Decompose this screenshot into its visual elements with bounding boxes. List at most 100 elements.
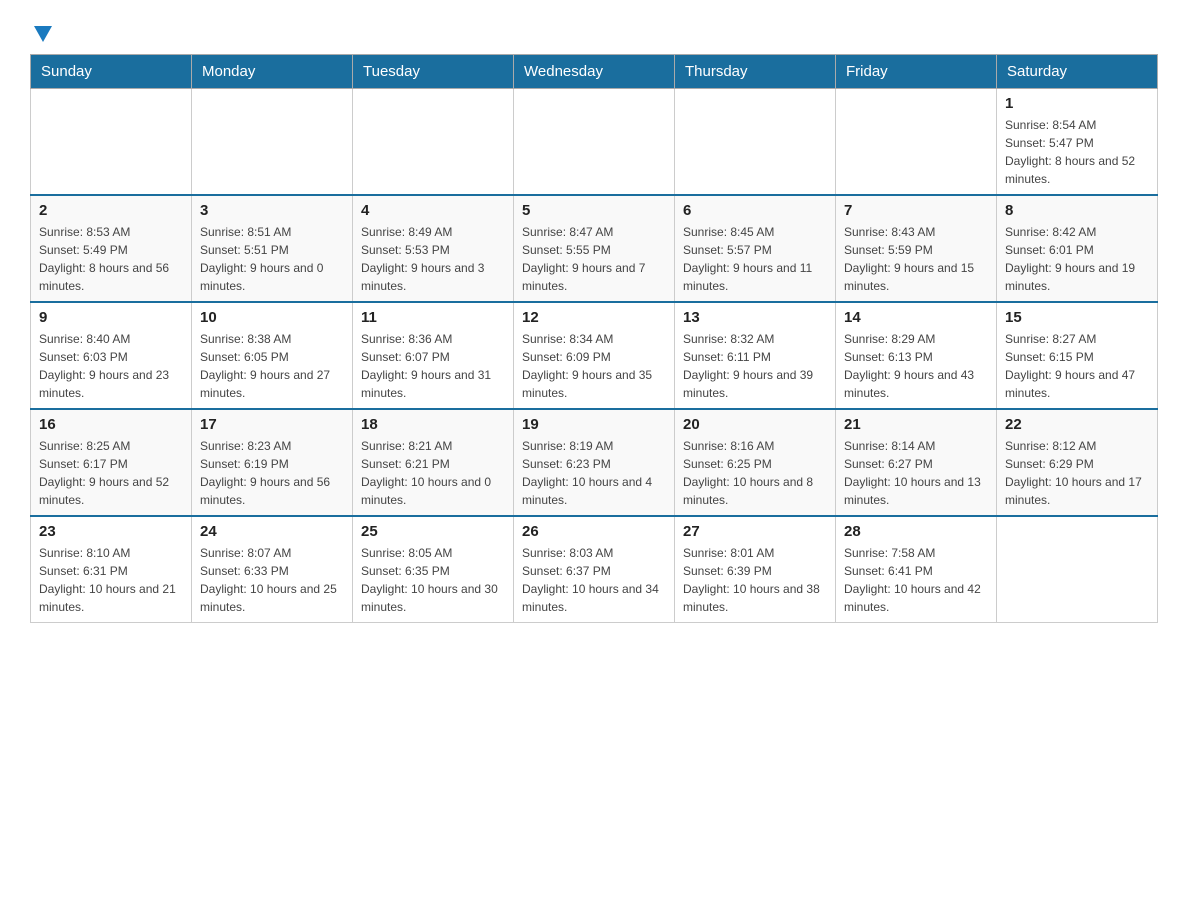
calendar-day-cell: 14 Sunrise: 8:29 AM Sunset: 6:13 PM Dayli…	[836, 302, 997, 409]
day-number: 25	[361, 523, 505, 540]
day-info: Sunrise: 8:51 AM Sunset: 5:51 PM Dayligh…	[200, 223, 344, 295]
calendar-day-cell	[514, 89, 675, 196]
day-info: Sunrise: 8:36 AM Sunset: 6:07 PM Dayligh…	[361, 330, 505, 402]
day-number: 22	[1005, 416, 1149, 433]
logo	[30, 20, 54, 38]
day-info: Sunrise: 8:38 AM Sunset: 6:05 PM Dayligh…	[200, 330, 344, 402]
day-number: 5	[522, 202, 666, 219]
calendar-week-row: 1 Sunrise: 8:54 AM Sunset: 5:47 PM Daylig…	[31, 89, 1158, 196]
calendar-day-cell: 8 Sunrise: 8:42 AM Sunset: 6:01 PM Daylig…	[997, 195, 1158, 302]
calendar-day-cell	[353, 89, 514, 196]
calendar-day-cell	[192, 89, 353, 196]
day-info: Sunrise: 8:43 AM Sunset: 5:59 PM Dayligh…	[844, 223, 988, 295]
day-number: 9	[39, 309, 183, 326]
day-number: 14	[844, 309, 988, 326]
calendar-day-cell	[836, 89, 997, 196]
day-number: 7	[844, 202, 988, 219]
day-info: Sunrise: 8:29 AM Sunset: 6:13 PM Dayligh…	[844, 330, 988, 402]
calendar-day-cell: 19 Sunrise: 8:19 AM Sunset: 6:23 PM Dayli…	[514, 409, 675, 516]
day-info: Sunrise: 8:19 AM Sunset: 6:23 PM Dayligh…	[522, 437, 666, 509]
day-info: Sunrise: 8:21 AM Sunset: 6:21 PM Dayligh…	[361, 437, 505, 509]
day-number: 12	[522, 309, 666, 326]
day-number: 19	[522, 416, 666, 433]
day-info: Sunrise: 8:45 AM Sunset: 5:57 PM Dayligh…	[683, 223, 827, 295]
day-info: Sunrise: 8:07 AM Sunset: 6:33 PM Dayligh…	[200, 544, 344, 616]
day-info: Sunrise: 8:47 AM Sunset: 5:55 PM Dayligh…	[522, 223, 666, 295]
day-number: 20	[683, 416, 827, 433]
day-number: 1	[1005, 95, 1149, 112]
calendar-table: SundayMondayTuesdayWednesdayThursdayFrid…	[30, 54, 1158, 623]
calendar-day-cell	[31, 89, 192, 196]
day-number: 27	[683, 523, 827, 540]
calendar-day-cell	[675, 89, 836, 196]
day-info: Sunrise: 8:42 AM Sunset: 6:01 PM Dayligh…	[1005, 223, 1149, 295]
day-info: Sunrise: 8:34 AM Sunset: 6:09 PM Dayligh…	[522, 330, 666, 402]
calendar-day-header: Saturday	[997, 55, 1158, 89]
logo-triangle-icon	[32, 22, 54, 44]
day-info: Sunrise: 8:16 AM Sunset: 6:25 PM Dayligh…	[683, 437, 827, 509]
day-number: 24	[200, 523, 344, 540]
day-info: Sunrise: 8:23 AM Sunset: 6:19 PM Dayligh…	[200, 437, 344, 509]
day-number: 4	[361, 202, 505, 219]
calendar-day-cell: 5 Sunrise: 8:47 AM Sunset: 5:55 PM Daylig…	[514, 195, 675, 302]
day-number: 23	[39, 523, 183, 540]
calendar-day-cell: 1 Sunrise: 8:54 AM Sunset: 5:47 PM Daylig…	[997, 89, 1158, 196]
day-number: 15	[1005, 309, 1149, 326]
day-info: Sunrise: 8:10 AM Sunset: 6:31 PM Dayligh…	[39, 544, 183, 616]
day-info: Sunrise: 8:49 AM Sunset: 5:53 PM Dayligh…	[361, 223, 505, 295]
day-number: 13	[683, 309, 827, 326]
day-number: 11	[361, 309, 505, 326]
day-number: 26	[522, 523, 666, 540]
day-info: Sunrise: 8:40 AM Sunset: 6:03 PM Dayligh…	[39, 330, 183, 402]
day-info: Sunrise: 8:12 AM Sunset: 6:29 PM Dayligh…	[1005, 437, 1149, 509]
calendar-week-row: 16Sunrise: 8:25 AM Sunset: 6:17 PM Dayli…	[31, 409, 1158, 516]
day-number: 6	[683, 202, 827, 219]
day-info: Sunrise: 8:53 AM Sunset: 5:49 PM Dayligh…	[39, 223, 183, 295]
calendar-day-cell: 3Sunrise: 8:51 AM Sunset: 5:51 PM Daylig…	[192, 195, 353, 302]
day-number: 10	[200, 309, 344, 326]
calendar-day-cell: 13 Sunrise: 8:32 AM Sunset: 6:11 PM Dayli…	[675, 302, 836, 409]
calendar-day-cell: 28Sunrise: 7:58 AM Sunset: 6:41 PM Dayli…	[836, 516, 997, 623]
day-info: Sunrise: 8:01 AM Sunset: 6:39 PM Dayligh…	[683, 544, 827, 616]
calendar-day-header: Thursday	[675, 55, 836, 89]
calendar-week-row: 23 Sunrise: 8:10 AM Sunset: 6:31 PM Dayli…	[31, 516, 1158, 623]
calendar-header: SundayMondayTuesdayWednesdayThursdayFrid…	[31, 55, 1158, 89]
calendar-day-cell: 24 Sunrise: 8:07 AM Sunset: 6:33 PM Dayli…	[192, 516, 353, 623]
day-number: 16	[39, 416, 183, 433]
day-number: 28	[844, 523, 988, 540]
page-header	[30, 20, 1158, 38]
calendar-day-cell: 26Sunrise: 8:03 AM Sunset: 6:37 PM Dayli…	[514, 516, 675, 623]
calendar-day-header: Sunday	[31, 55, 192, 89]
calendar-day-cell: 4 Sunrise: 8:49 AM Sunset: 5:53 PM Daylig…	[353, 195, 514, 302]
calendar-day-cell: 25 Sunrise: 8:05 AM Sunset: 6:35 PM Dayli…	[353, 516, 514, 623]
day-info: Sunrise: 8:14 AM Sunset: 6:27 PM Dayligh…	[844, 437, 988, 509]
calendar-day-header: Monday	[192, 55, 353, 89]
day-number: 18	[361, 416, 505, 433]
calendar-day-cell	[997, 516, 1158, 623]
calendar-day-cell: 22 Sunrise: 8:12 AM Sunset: 6:29 PM Dayli…	[997, 409, 1158, 516]
calendar-day-cell: 21 Sunrise: 8:14 AM Sunset: 6:27 PM Dayli…	[836, 409, 997, 516]
calendar-day-cell: 9 Sunrise: 8:40 AM Sunset: 6:03 PM Daylig…	[31, 302, 192, 409]
calendar-day-cell: 11 Sunrise: 8:36 AM Sunset: 6:07 PM Dayli…	[353, 302, 514, 409]
day-number: 2	[39, 202, 183, 219]
calendar-day-cell: 15 Sunrise: 8:27 AM Sunset: 6:15 PM Dayli…	[997, 302, 1158, 409]
calendar-week-row: 9 Sunrise: 8:40 AM Sunset: 6:03 PM Daylig…	[31, 302, 1158, 409]
calendar-week-row: 2 Sunrise: 8:53 AM Sunset: 5:49 PM Daylig…	[31, 195, 1158, 302]
calendar-day-header: Friday	[836, 55, 997, 89]
day-number: 21	[844, 416, 988, 433]
calendar-day-cell: 2 Sunrise: 8:53 AM Sunset: 5:49 PM Daylig…	[31, 195, 192, 302]
calendar-day-cell: 12 Sunrise: 8:34 AM Sunset: 6:09 PM Dayli…	[514, 302, 675, 409]
day-info: Sunrise: 8:54 AM Sunset: 5:47 PM Dayligh…	[1005, 116, 1149, 188]
calendar-day-header: Tuesday	[353, 55, 514, 89]
day-info: Sunrise: 8:27 AM Sunset: 6:15 PM Dayligh…	[1005, 330, 1149, 402]
day-number: 17	[200, 416, 344, 433]
calendar-day-cell: 7 Sunrise: 8:43 AM Sunset: 5:59 PM Daylig…	[836, 195, 997, 302]
calendar-day-cell: 18 Sunrise: 8:21 AM Sunset: 6:21 PM Dayli…	[353, 409, 514, 516]
day-info: Sunrise: 8:32 AM Sunset: 6:11 PM Dayligh…	[683, 330, 827, 402]
calendar-day-cell: 20 Sunrise: 8:16 AM Sunset: 6:25 PM Dayli…	[675, 409, 836, 516]
day-info: Sunrise: 8:05 AM Sunset: 6:35 PM Dayligh…	[361, 544, 505, 616]
calendar-day-cell: 16Sunrise: 8:25 AM Sunset: 6:17 PM Dayli…	[31, 409, 192, 516]
calendar-day-cell: 27 Sunrise: 8:01 AM Sunset: 6:39 PM Dayli…	[675, 516, 836, 623]
calendar-day-cell: 23 Sunrise: 8:10 AM Sunset: 6:31 PM Dayli…	[31, 516, 192, 623]
day-number: 8	[1005, 202, 1149, 219]
